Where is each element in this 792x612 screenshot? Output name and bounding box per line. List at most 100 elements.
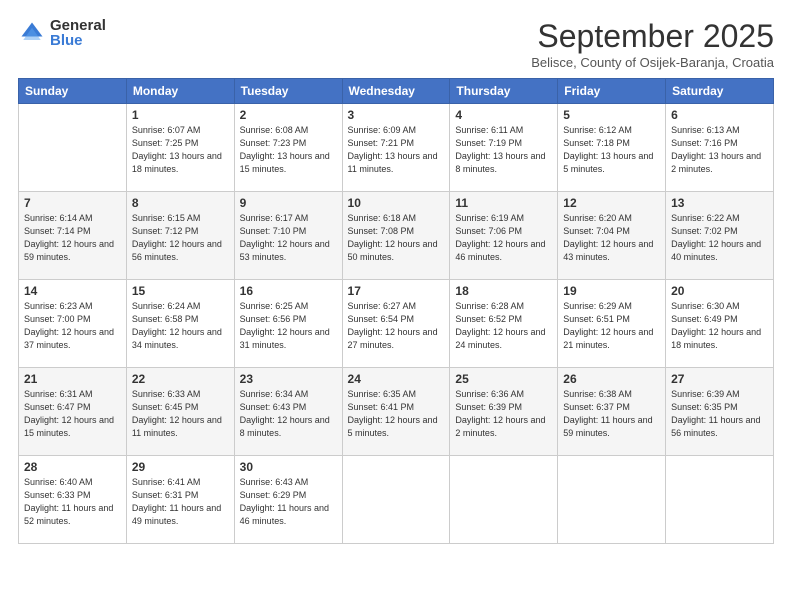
day-info: Sunrise: 6:29 AMSunset: 6:51 PMDaylight:… (563, 300, 660, 352)
calendar-header-row: Sunday Monday Tuesday Wednesday Thursday… (19, 79, 774, 104)
table-cell: 19Sunrise: 6:29 AMSunset: 6:51 PMDayligh… (558, 280, 666, 368)
day-number: 1 (132, 108, 229, 122)
day-info: Sunrise: 6:27 AMSunset: 6:54 PMDaylight:… (348, 300, 445, 352)
logo-blue-text: Blue (50, 33, 106, 48)
table-cell: 28 Sunrise: 6:40 AMSunset: 6:33 PMDayligh… (19, 456, 127, 544)
table-cell: 7 Sunrise: 6:14 AMSunset: 7:14 PMDaylight… (19, 192, 127, 280)
day-number: 13 (671, 196, 768, 210)
day-number: 16 (240, 284, 337, 298)
table-cell: 1 Sunrise: 6:07 AMSunset: 7:25 PMDaylight… (126, 104, 234, 192)
table-cell (19, 104, 127, 192)
table-cell: 10 Sunrise: 6:18 AMSunset: 7:08 PMDayligh… (342, 192, 450, 280)
table-cell: 3 Sunrise: 6:09 AMSunset: 7:21 PMDaylight… (342, 104, 450, 192)
table-cell: 23Sunrise: 6:34 AMSunset: 6:43 PMDayligh… (234, 368, 342, 456)
day-number: 27 (671, 372, 768, 386)
day-info: Sunrise: 6:23 AMSunset: 7:00 PMDaylight:… (24, 300, 121, 352)
header-thursday: Thursday (450, 79, 558, 104)
day-number: 6 (671, 108, 768, 122)
day-info: Sunrise: 6:38 AMSunset: 6:37 PMDaylight:… (563, 388, 660, 440)
page: General Blue September 2025 Belisce, Cou… (0, 0, 792, 612)
day-info: Sunrise: 6:07 AMSunset: 7:25 PMDaylight:… (132, 124, 229, 176)
table-cell: 5Sunrise: 6:12 AMSunset: 7:18 PMDaylight… (558, 104, 666, 192)
day-number: 3 (348, 108, 445, 122)
day-info: Sunrise: 6:41 AMSunset: 6:31 PMDaylight:… (132, 476, 229, 528)
day-info: Sunrise: 6:24 AMSunset: 6:58 PMDaylight:… (132, 300, 229, 352)
day-number: 12 (563, 196, 660, 210)
table-cell (558, 456, 666, 544)
table-cell: 8 Sunrise: 6:15 AMSunset: 7:12 PMDaylight… (126, 192, 234, 280)
header-friday: Friday (558, 79, 666, 104)
day-number: 2 (240, 108, 337, 122)
title-section: September 2025 Belisce, County of Osijek… (531, 18, 774, 70)
day-number: 30 (240, 460, 337, 474)
table-cell: 2 Sunrise: 6:08 AMSunset: 7:23 PMDaylight… (234, 104, 342, 192)
day-info: Sunrise: 6:35 AMSunset: 6:41 PMDaylight:… (348, 388, 445, 440)
day-info: Sunrise: 6:31 AMSunset: 6:47 PMDaylight:… (24, 388, 121, 440)
day-info: Sunrise: 6:34 AMSunset: 6:43 PMDaylight:… (240, 388, 337, 440)
day-info: Sunrise: 6:19 AMSunset: 7:06 PMDaylight:… (455, 212, 552, 264)
table-cell: 14 Sunrise: 6:23 AMSunset: 7:00 PMDayligh… (19, 280, 127, 368)
day-number: 20 (671, 284, 768, 298)
table-cell: 4Sunrise: 6:11 AMSunset: 7:19 PMDaylight… (450, 104, 558, 192)
day-number: 14 (24, 284, 121, 298)
day-info: Sunrise: 6:25 AMSunset: 6:56 PMDaylight:… (240, 300, 337, 352)
day-info: Sunrise: 6:08 AMSunset: 7:23 PMDaylight:… (240, 124, 337, 176)
day-number: 22 (132, 372, 229, 386)
table-cell (342, 456, 450, 544)
day-info: Sunrise: 6:30 AMSunset: 6:49 PMDaylight:… (671, 300, 768, 352)
day-info: Sunrise: 6:18 AMSunset: 7:08 PMDaylight:… (348, 212, 445, 264)
day-info: Sunrise: 6:39 AMSunset: 6:35 PMDaylight:… (671, 388, 768, 440)
day-number: 10 (348, 196, 445, 210)
table-cell: 30 Sunrise: 6:43 AMSunset: 6:29 PMDayligh… (234, 456, 342, 544)
table-cell: 24Sunrise: 6:35 AMSunset: 6:41 PMDayligh… (342, 368, 450, 456)
table-cell: 15Sunrise: 6:24 AMSunset: 6:58 PMDayligh… (126, 280, 234, 368)
calendar-table: Sunday Monday Tuesday Wednesday Thursday… (18, 78, 774, 544)
day-number: 25 (455, 372, 552, 386)
day-info: Sunrise: 6:11 AMSunset: 7:19 PMDaylight:… (455, 124, 552, 176)
logo-general-text: General (50, 18, 106, 33)
header-wednesday: Wednesday (342, 79, 450, 104)
header-tuesday: Tuesday (234, 79, 342, 104)
month-title: September 2025 (531, 18, 774, 55)
table-cell (666, 456, 774, 544)
day-info: Sunrise: 6:14 AMSunset: 7:14 PMDaylight:… (24, 212, 121, 264)
day-number: 7 (24, 196, 121, 210)
header-monday: Monday (126, 79, 234, 104)
table-cell (450, 456, 558, 544)
day-info: Sunrise: 6:40 AMSunset: 6:33 PMDaylight:… (24, 476, 121, 528)
table-cell: 27 Sunrise: 6:39 AMSunset: 6:35 PMDayligh… (666, 368, 774, 456)
day-number: 11 (455, 196, 552, 210)
day-info: Sunrise: 6:09 AMSunset: 7:21 PMDaylight:… (348, 124, 445, 176)
location-subtitle: Belisce, County of Osijek-Baranja, Croat… (531, 55, 774, 70)
day-number: 9 (240, 196, 337, 210)
day-number: 28 (24, 460, 121, 474)
table-cell: 26 Sunrise: 6:38 AMSunset: 6:37 PMDayligh… (558, 368, 666, 456)
logo-icon (18, 19, 46, 47)
table-cell: 16 Sunrise: 6:25 AMSunset: 6:56 PMDayligh… (234, 280, 342, 368)
table-cell: 20 Sunrise: 6:30 AMSunset: 6:49 PMDayligh… (666, 280, 774, 368)
day-number: 5 (563, 108, 660, 122)
day-number: 8 (132, 196, 229, 210)
table-cell: 11 Sunrise: 6:19 AMSunset: 7:06 PMDayligh… (450, 192, 558, 280)
day-info: Sunrise: 6:20 AMSunset: 7:04 PMDaylight:… (563, 212, 660, 264)
header: General Blue September 2025 Belisce, Cou… (18, 18, 774, 70)
day-info: Sunrise: 6:43 AMSunset: 6:29 PMDaylight:… (240, 476, 337, 528)
week-row-1: 7 Sunrise: 6:14 AMSunset: 7:14 PMDaylight… (19, 192, 774, 280)
day-number: 26 (563, 372, 660, 386)
table-cell: 17Sunrise: 6:27 AMSunset: 6:54 PMDayligh… (342, 280, 450, 368)
week-row-4: 28 Sunrise: 6:40 AMSunset: 6:33 PMDayligh… (19, 456, 774, 544)
table-cell: 12 Sunrise: 6:20 AMSunset: 7:04 PMDayligh… (558, 192, 666, 280)
table-cell: 29Sunrise: 6:41 AMSunset: 6:31 PMDayligh… (126, 456, 234, 544)
day-info: Sunrise: 6:36 AMSunset: 6:39 PMDaylight:… (455, 388, 552, 440)
table-cell: 25 Sunrise: 6:36 AMSunset: 6:39 PMDayligh… (450, 368, 558, 456)
header-sunday: Sunday (19, 79, 127, 104)
day-number: 18 (455, 284, 552, 298)
table-cell: 6Sunrise: 6:13 AMSunset: 7:16 PMDaylight… (666, 104, 774, 192)
week-row-0: 1 Sunrise: 6:07 AMSunset: 7:25 PMDaylight… (19, 104, 774, 192)
day-number: 21 (24, 372, 121, 386)
day-info: Sunrise: 6:15 AMSunset: 7:12 PMDaylight:… (132, 212, 229, 264)
table-cell: 13Sunrise: 6:22 AMSunset: 7:02 PMDayligh… (666, 192, 774, 280)
header-saturday: Saturday (666, 79, 774, 104)
day-info: Sunrise: 6:28 AMSunset: 6:52 PMDaylight:… (455, 300, 552, 352)
logo-text: General Blue (50, 18, 106, 48)
